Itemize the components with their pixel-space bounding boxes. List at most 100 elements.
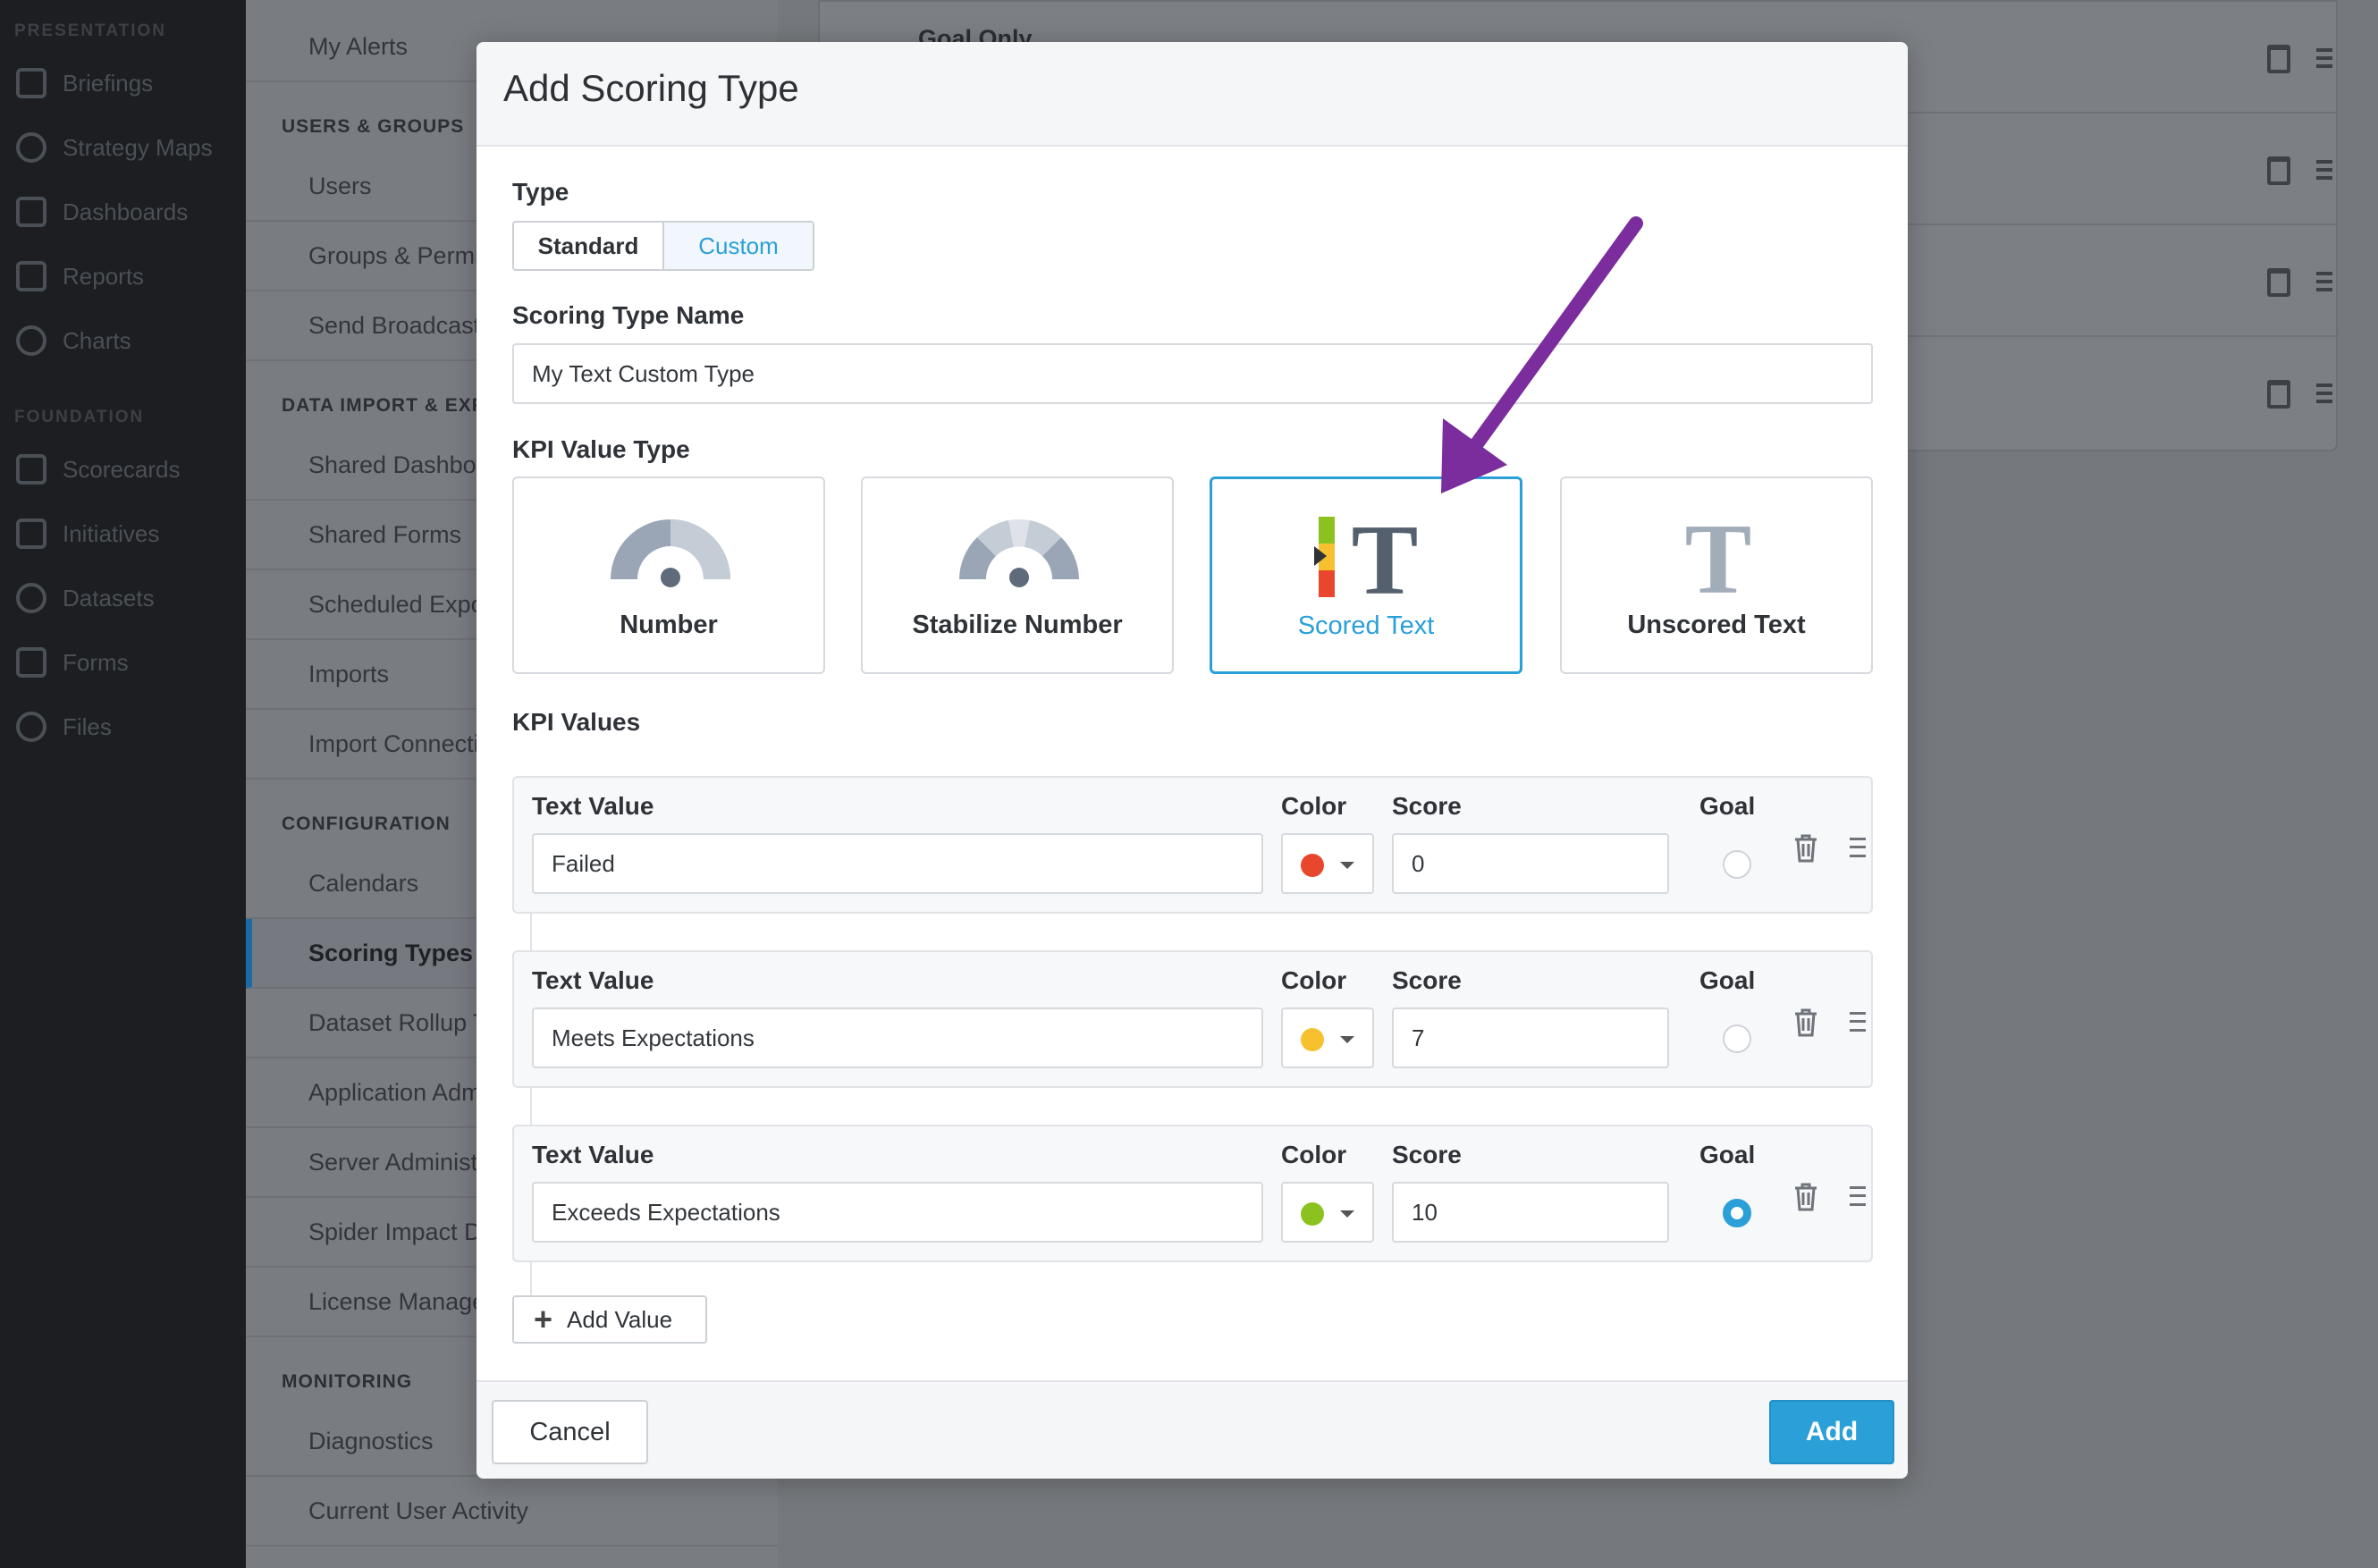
- gauge-icon: [611, 519, 730, 587]
- kpi-type-scored-text[interactable]: T Scored Text: [1210, 476, 1522, 674]
- scoring-type-name-input[interactable]: My Text Custom Type: [512, 343, 1873, 404]
- pie-chart-icon: [16, 325, 46, 356]
- svg-text:T: T: [1352, 505, 1419, 604]
- type-custom-option[interactable]: Custom: [664, 223, 813, 269]
- trash-icon[interactable]: [2267, 380, 2290, 409]
- chevron-down-icon: [1340, 862, 1354, 869]
- drag-handle-icon[interactable]: [2316, 160, 2332, 180]
- cube-icon: [16, 583, 46, 613]
- kpi-value-row: Text Value Color Score Goal Meets Expect…: [512, 950, 1873, 1088]
- chevron-down-icon: [1340, 1210, 1354, 1218]
- nav-item-reports[interactable]: Reports: [16, 249, 144, 303]
- nav-item-forms[interactable]: Forms: [16, 636, 129, 689]
- nav-item-files[interactable]: Files: [16, 700, 112, 754]
- nav-item-scorecards[interactable]: Scorecards: [16, 443, 181, 496]
- menu-group-data-import: DATA IMPORT & EXPO: [282, 395, 502, 416]
- color-label: Color: [1281, 966, 1347, 994]
- nav-section-foundation: FOUNDATION: [14, 408, 145, 426]
- color-label: Color: [1281, 1141, 1347, 1168]
- dialog-title: Add Scoring Type: [503, 67, 799, 109]
- drag-handle-icon[interactable]: [2316, 272, 2332, 291]
- goal-label: Goal: [1699, 966, 1756, 994]
- color-swatch: [1301, 1028, 1324, 1051]
- drag-handle-icon[interactable]: [1850, 1186, 1866, 1206]
- nav-item-charts[interactable]: Charts: [16, 314, 131, 367]
- drag-handle-icon[interactable]: [1850, 838, 1866, 857]
- row-connector: [530, 914, 532, 951]
- color-swatch: [1301, 854, 1324, 877]
- drag-handle-icon[interactable]: [1850, 1012, 1866, 1032]
- trash-icon[interactable]: [1792, 1182, 1819, 1212]
- score-label: Score: [1392, 1141, 1462, 1168]
- score-input[interactable]: 0: [1392, 833, 1669, 894]
- kpi-value-row: Text Value Color Score Goal Failed 0: [512, 776, 1873, 914]
- color-label: Color: [1281, 792, 1347, 820]
- text-value-label: Text Value: [532, 966, 654, 994]
- menu-group-configuration: CONFIGURATION: [282, 814, 451, 834]
- kpi-type-number[interactable]: Number: [512, 476, 825, 674]
- kpi-value-type-label: KPI Value Type: [512, 435, 690, 463]
- drag-handle-icon[interactable]: [2316, 384, 2332, 403]
- goal-radio[interactable]: [1723, 1199, 1751, 1227]
- menu-group-monitoring: MONITORING: [282, 1371, 413, 1392]
- nav-item-dashboards[interactable]: Dashboards: [16, 185, 188, 239]
- color-picker[interactable]: [1281, 1007, 1374, 1068]
- kpi-type-label: Stabilize Number: [912, 611, 1123, 639]
- dashboard-icon: [16, 197, 46, 227]
- checkbox-icon: [16, 518, 46, 549]
- book-icon: [16, 68, 46, 98]
- trash-icon[interactable]: [2267, 45, 2290, 73]
- kpi-type-label: Scored Text: [1297, 611, 1435, 640]
- form-icon: [16, 647, 46, 678]
- goal-radio[interactable]: [1723, 850, 1751, 879]
- type-standard-option[interactable]: Standard: [514, 223, 664, 269]
- text-value-label: Text Value: [532, 792, 654, 820]
- text-value-input[interactable]: Failed: [532, 833, 1263, 894]
- text-value-input[interactable]: Exceeds Expectations: [532, 1182, 1263, 1243]
- menu-item-current-user-activity[interactable]: Current User Activity: [246, 1477, 778, 1547]
- scorecard-icon: [16, 454, 46, 485]
- row-connector: [530, 1088, 532, 1125]
- kpi-type-label: Number: [620, 611, 718, 639]
- cancel-button[interactable]: Cancel: [492, 1400, 648, 1464]
- text-value-label: Text Value: [532, 1141, 654, 1168]
- drag-handle-icon[interactable]: [2316, 48, 2332, 68]
- type-label: Type: [512, 178, 569, 206]
- color-picker[interactable]: [1281, 833, 1374, 894]
- stabilize-gauge-icon: [959, 518, 1079, 587]
- add-button[interactable]: Add: [1769, 1400, 1894, 1464]
- score-input[interactable]: 7: [1392, 1007, 1669, 1068]
- kpi-type-unscored-text[interactable]: T Unscored Text: [1560, 476, 1873, 674]
- goal-label: Goal: [1699, 1141, 1756, 1168]
- annotation-arrow-icon: [1441, 216, 1643, 493]
- color-picker[interactable]: [1281, 1182, 1374, 1243]
- trash-icon[interactable]: [1792, 1007, 1819, 1038]
- type-toggle: Standard Custom: [512, 221, 814, 271]
- add-scoring-type-dialog: Add Scoring Type Type Standard Custom Sc…: [476, 42, 1908, 1479]
- trash-icon[interactable]: [1792, 833, 1819, 864]
- nav-item-datasets[interactable]: Datasets: [16, 571, 155, 625]
- nav-section-presentation: PRESENTATION: [14, 21, 167, 40]
- kpi-values-label: KPI Values: [512, 708, 641, 736]
- trash-icon[interactable]: [2267, 268, 2290, 297]
- color-swatch: [1301, 1202, 1324, 1226]
- app-sidebar: PRESENTATION Briefings Strategy Maps Das…: [0, 0, 246, 1568]
- goal-radio[interactable]: [1723, 1024, 1751, 1053]
- nav-item-strategy-maps[interactable]: Strategy Maps: [16, 121, 213, 174]
- trash-icon[interactable]: [2267, 156, 2290, 185]
- report-icon: [16, 261, 46, 291]
- dialog-footer: [476, 1380, 1908, 1479]
- strategy-map-icon: [16, 132, 46, 163]
- score-label: Score: [1392, 966, 1462, 994]
- add-value-button[interactable]: + Add Value: [512, 1295, 707, 1344]
- kpi-type-stabilize-number[interactable]: Stabilize Number: [861, 476, 1174, 674]
- file-icon: [16, 712, 46, 742]
- dialog-header: Add Scoring Type: [476, 42, 1908, 147]
- nav-item-briefings[interactable]: Briefings: [16, 56, 153, 110]
- kpi-value-row: Text Value Color Score Goal Exceeds Expe…: [512, 1125, 1873, 1262]
- score-label: Score: [1392, 792, 1462, 820]
- text-value-input[interactable]: Meets Expectations: [532, 1007, 1263, 1068]
- score-input[interactable]: 10: [1392, 1182, 1669, 1243]
- svg-text:T: T: [1685, 504, 1752, 603]
- nav-item-initiatives[interactable]: Initiatives: [16, 507, 159, 561]
